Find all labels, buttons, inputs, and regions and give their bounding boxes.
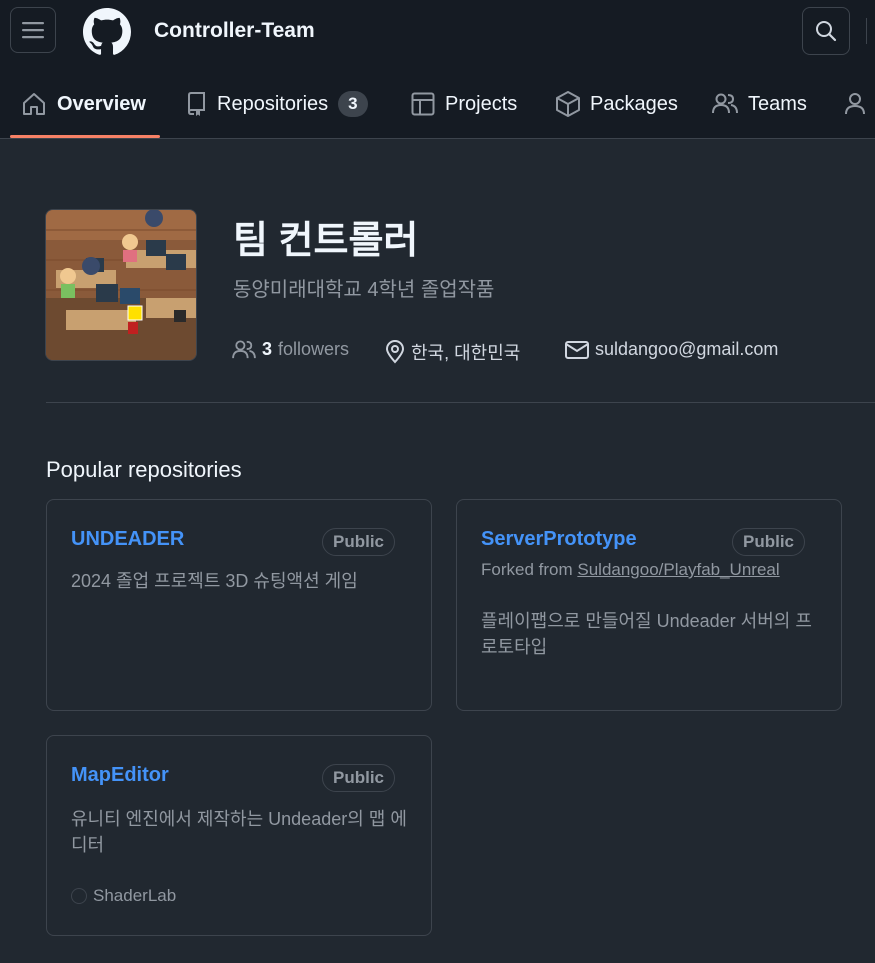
- tab-teams[interactable]: Teams: [712, 72, 807, 136]
- location: 한국, 대한민국: [385, 339, 520, 365]
- org-name[interactable]: Controller-Team: [154, 19, 315, 43]
- repo-card-mapeditor: MapEditor Public 유니티 엔진에서 제작하는 Undeader의…: [46, 735, 432, 936]
- repo-description: 2024 졸업 프로젝트 3D 슈팅액션 게임: [71, 571, 358, 591]
- search-icon: [816, 21, 837, 42]
- repo-description: 유니티 엔진에서 제작하는 Undeader의 맵 에디터: [71, 809, 407, 855]
- repo-card-serverprototype: ServerPrototype Public Forked from Sulda…: [456, 499, 842, 711]
- repo-link[interactable]: ServerPrototype: [481, 528, 637, 551]
- forked-source-link[interactable]: Suldangoo/Playfab_Unreal: [577, 560, 779, 579]
- person-icon: [845, 93, 865, 115]
- forked-from: Forked from Suldangoo/Playfab_Unreal: [481, 560, 780, 580]
- tab-label: Overview: [57, 92, 146, 115]
- home-icon: [23, 93, 45, 115]
- popular-repos-title: Popular repositories: [46, 457, 242, 482]
- visibility-badge: Public: [321, 528, 395, 556]
- repo-count-badge: 3: [338, 91, 368, 117]
- tab-repositories[interactable]: Repositories 3: [185, 72, 368, 136]
- section-divider: [46, 402, 875, 403]
- repo-language: ShaderLab: [71, 886, 176, 906]
- team-title: 팀 컨트롤러: [233, 220, 419, 262]
- menu-button[interactable]: [10, 7, 56, 53]
- email-text: suldangoo@gmail.com: [595, 339, 779, 359]
- org-nav-tabs: Overview Repositories 3 Projects Package…: [0, 72, 875, 138]
- team-avatar: [45, 209, 197, 361]
- top-header: Controller-Team Overview Repositories 3: [0, 0, 875, 139]
- people-icon: [712, 93, 738, 114]
- tab-label: Packages: [590, 92, 678, 115]
- repo-link[interactable]: MapEditor: [71, 764, 169, 787]
- location-pin-icon: [385, 340, 405, 364]
- visibility-badge: Public: [321, 764, 395, 792]
- repo-link[interactable]: UNDEADER: [71, 528, 184, 551]
- repo-icon: [187, 92, 205, 116]
- repo-card-undeader: UNDEADER Public 2024 졸업 프로젝트 3D 슈팅액션 게임: [46, 499, 432, 711]
- location-text: 한국, 대한민국: [411, 343, 521, 363]
- team-description: 동양미래대학교 4학년 졸업작품: [233, 279, 495, 301]
- table-icon: [411, 92, 435, 116]
- hamburger-icon: [22, 22, 44, 39]
- tab-packages[interactable]: Packages: [556, 72, 678, 136]
- tab-label: Teams: [748, 92, 807, 115]
- people-icon: [232, 339, 256, 358]
- tab-label: Projects: [445, 92, 518, 115]
- followers-count: 3: [262, 339, 273, 359]
- visibility-badge: Public: [731, 528, 805, 556]
- followers-link[interactable]: 3 followers: [232, 339, 349, 360]
- language-name: ShaderLab: [93, 886, 177, 905]
- language-color-dot: [71, 888, 87, 904]
- mail-icon: [565, 340, 589, 359]
- tab-projects[interactable]: Projects: [411, 72, 517, 136]
- repo-description: 플레이팹으로 만들어질 Undeader 서버의 프로토타입: [481, 611, 812, 657]
- active-tab-underline: [10, 135, 160, 138]
- header-divider: [866, 18, 867, 44]
- email-link[interactable]: suldangoo@gmail.com: [565, 339, 778, 360]
- forked-prefix: Forked from: [481, 560, 573, 579]
- tab-label: Repositories: [217, 92, 329, 115]
- tab-overview[interactable]: Overview: [21, 72, 146, 136]
- github-logo-icon[interactable]: [83, 8, 131, 56]
- package-icon: [556, 91, 580, 117]
- search-button[interactable]: [802, 7, 850, 55]
- followers-label: followers: [278, 339, 350, 359]
- tab-people[interactable]: [845, 72, 875, 136]
